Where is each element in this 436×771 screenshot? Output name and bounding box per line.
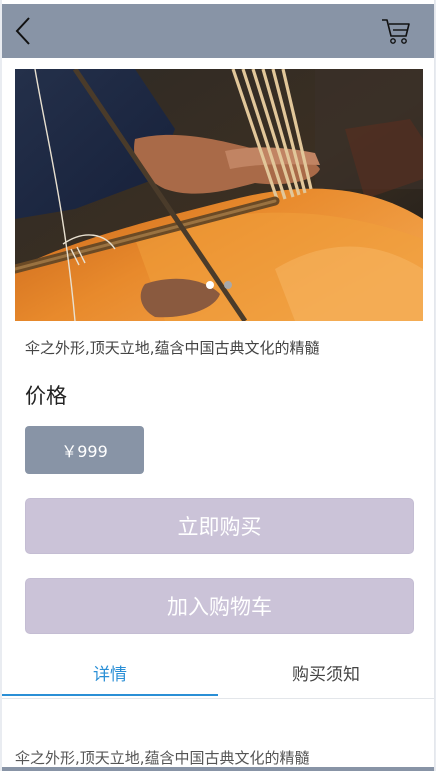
product-page: 伞之外形,顶天立地,蕴含中国古典文化的精髓 价格 ￥999 立即购买 加入购物车… [2,0,435,771]
header-bar [2,4,434,58]
shopping-cart-icon [382,19,410,44]
product-image-carousel[interactable] [15,69,423,321]
tab-details[interactable]: 详情 [2,648,218,696]
carousel-dot-2[interactable] [224,281,232,289]
add-to-cart-label: 加入购物车 [167,595,272,619]
buy-now-button[interactable]: 立即购买 [25,498,414,554]
carousel-dot-1[interactable] [206,281,214,289]
price-badge: ￥999 [25,426,144,474]
price-heading: 价格 [25,384,67,408]
bottom-edge [2,767,434,771]
add-to-cart-button[interactable]: 加入购物车 [25,578,414,634]
tab-purchase-notes-label: 购买须知 [292,664,360,685]
details-content: 伞之外形,顶天立地,蕴含中国古典文化的精髓 [15,749,310,767]
tab-details-label: 详情 [93,664,127,685]
buy-now-label: 立即购买 [177,515,262,539]
detail-tabs: 详情 购买须知 [2,648,434,699]
product-description: 伞之外形,顶天立地,蕴含中国古典文化的精髓 [25,339,320,357]
tab-purchase-notes[interactable]: 购买须知 [218,648,434,696]
craftsman-umbrella-image [15,69,423,321]
active-tab-indicator [2,694,218,696]
price-value: ￥999 [61,442,108,461]
chevron-left-icon [15,17,30,45]
back-button[interactable] [8,14,38,48]
cart-button[interactable] [378,14,414,48]
